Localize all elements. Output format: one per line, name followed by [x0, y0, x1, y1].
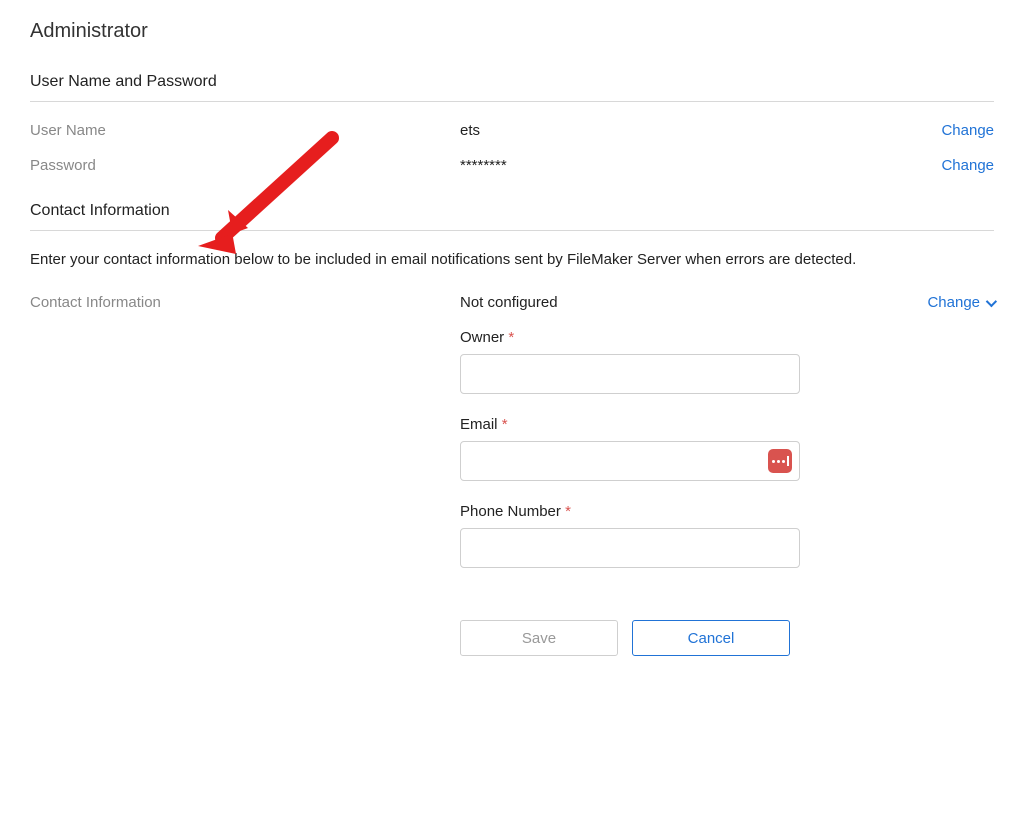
section-title-contact: Contact Information [30, 202, 994, 231]
contact-info-status: Not configured [460, 294, 927, 311]
required-marker: * [565, 503, 571, 520]
contact-info-label: Contact Information [30, 294, 460, 311]
row-contact-info: Contact Information Not configured Chang… [30, 294, 994, 311]
annotation-arrow-icon [192, 118, 362, 268]
password-value: ******** [460, 157, 941, 174]
required-marker: * [508, 329, 514, 346]
page-title: Administrator [30, 20, 994, 43]
form-buttons: Save Cancel [460, 620, 994, 656]
save-button[interactable]: Save [460, 620, 618, 656]
contact-help-text: Enter your contact information below to … [30, 251, 994, 268]
row-username: User Name ets Change [30, 122, 994, 139]
email-label: Email * [460, 416, 994, 433]
change-contact-text: Change [927, 294, 980, 311]
username-label: User Name [30, 122, 460, 139]
owner-label: Owner * [460, 329, 994, 346]
section-title-credentials: User Name and Password [30, 73, 994, 102]
password-label: Password [30, 157, 460, 174]
password-manager-icon[interactable] [768, 449, 792, 473]
cancel-button[interactable]: Cancel [632, 620, 790, 656]
phone-input[interactable] [460, 528, 800, 568]
change-contact-link[interactable]: Change [927, 294, 994, 311]
save-button-label: Save [522, 630, 556, 647]
change-password-link[interactable]: Change [941, 157, 994, 174]
change-username-text: Change [941, 122, 994, 139]
phone-label-text: Phone Number [460, 503, 561, 520]
row-password: Password ******** Change [30, 157, 994, 174]
email-input[interactable] [460, 441, 800, 481]
change-username-link[interactable]: Change [941, 122, 994, 139]
cancel-button-label: Cancel [688, 630, 735, 647]
phone-label: Phone Number * [460, 503, 994, 520]
change-password-text: Change [941, 157, 994, 174]
chevron-down-icon [986, 295, 997, 306]
email-label-text: Email [460, 416, 498, 433]
required-marker: * [502, 416, 508, 433]
owner-input[interactable] [460, 354, 800, 394]
owner-label-text: Owner [460, 329, 504, 346]
username-value: ets [460, 122, 941, 139]
contact-form: Owner * Email * Phone Number * Save Canc… [460, 329, 994, 656]
